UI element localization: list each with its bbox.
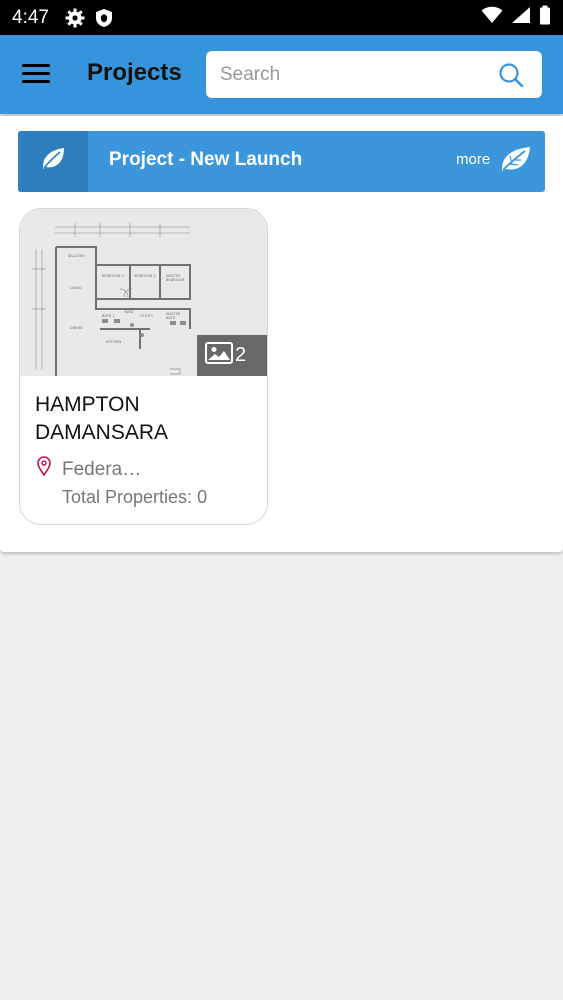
total-properties-value: 0: [197, 487, 208, 507]
status-bar: 4:47: [0, 0, 563, 35]
settings-gear-icon: [65, 8, 85, 28]
svg-text:BALCONY: BALCONY: [68, 254, 86, 258]
banner-leaf-box: [18, 131, 88, 192]
content-panel: Project - New Launch more BALCONY BEDROO…: [0, 116, 563, 552]
total-properties: Total Properties: 0: [62, 487, 207, 508]
svg-text:LIVING: LIVING: [70, 286, 82, 290]
svg-text:UTILITY: UTILITY: [140, 314, 154, 318]
project-card[interactable]: BALCONY BEDROOM 3 BEDROOM 2 MASTER BEDRO…: [19, 208, 268, 525]
banner-title: Project - New Launch: [109, 149, 303, 170]
svg-text:BATH 1: BATH 1: [102, 314, 115, 318]
signal-icon: [511, 6, 531, 29]
more-leaf-icon[interactable]: [498, 144, 532, 174]
app-bar: Projects: [0, 35, 563, 114]
more-link[interactable]: more: [456, 151, 490, 168]
project-location: Federa…: [62, 459, 142, 480]
svg-text:BATH: BATH: [166, 316, 176, 320]
gallery-icon: [205, 342, 233, 369]
svg-text:KITCHEN: KITCHEN: [106, 340, 122, 344]
floor-plan-image[interactable]: BALCONY BEDROOM 3 BEDROOM 2 MASTER BEDRO…: [20, 209, 267, 376]
svg-text:YARD: YARD: [124, 310, 134, 314]
svg-text:BEDROOM 3: BEDROOM 3: [102, 274, 124, 278]
shield-icon: [95, 8, 115, 28]
new-launch-banner[interactable]: Project - New Launch more: [18, 131, 545, 192]
search-input[interactable]: [206, 51, 486, 98]
hamburger-menu-button[interactable]: [22, 64, 50, 86]
total-properties-label: Total Properties:: [62, 487, 193, 507]
project-name: HAMPTON DAMANSARA: [35, 393, 169, 444]
battery-icon: [539, 5, 551, 30]
wifi-icon: [481, 6, 503, 29]
leaf-icon: [40, 146, 66, 177]
svg-text:DINING: DINING: [70, 326, 83, 330]
image-count: 2: [235, 344, 247, 366]
svg-text:BEDROOM: BEDROOM: [166, 278, 184, 282]
search-box: [206, 51, 542, 98]
status-time: 4:47: [12, 6, 49, 28]
svg-text:BEDROOM 2: BEDROOM 2: [134, 274, 156, 278]
search-icon[interactable]: [498, 62, 524, 88]
page-title: Projects: [87, 59, 182, 86]
image-count-badge: 2: [197, 335, 267, 376]
location-pin-icon: [36, 456, 52, 477]
